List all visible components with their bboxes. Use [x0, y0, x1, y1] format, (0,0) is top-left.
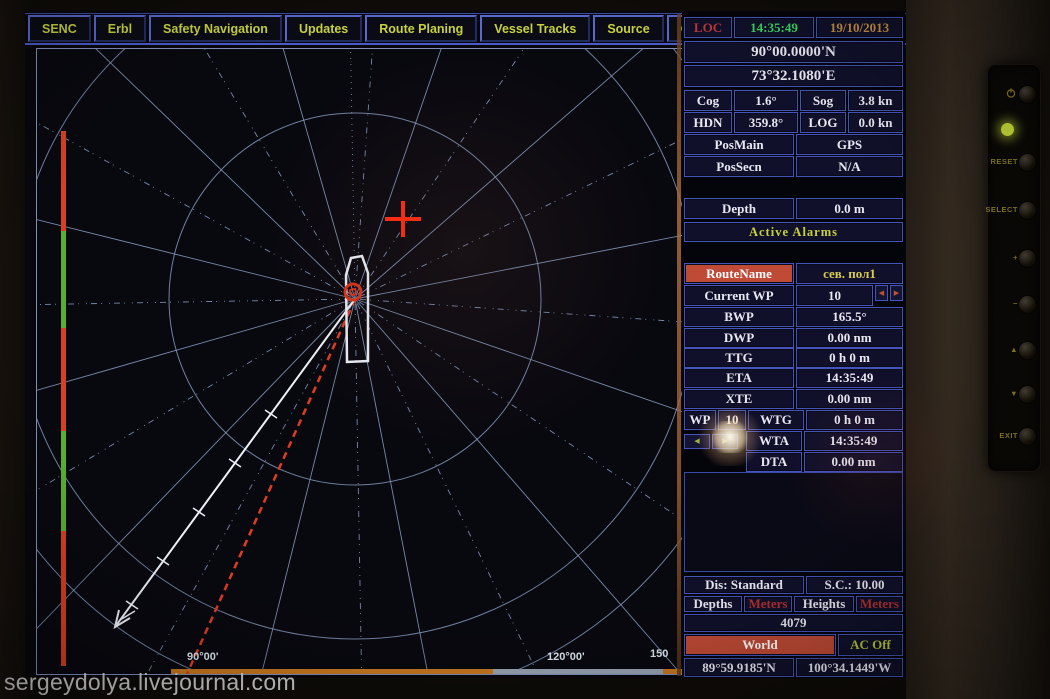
depths-label: Depths — [684, 596, 742, 612]
photo-root: SENC Erbl Safety Navigation Updates Rout… — [0, 0, 1050, 699]
xte-label: XTE — [684, 389, 794, 409]
menu-item-senc[interactable]: SENC — [28, 15, 91, 42]
ac-toggle[interactable]: AC Off — [838, 634, 903, 656]
wp-label: WP — [684, 410, 716, 430]
current-wp-value: 10 — [796, 285, 873, 306]
cursor-longitude: 100°34.1449'W — [796, 658, 903, 677]
power-button[interactable] — [1018, 85, 1037, 104]
display-mode[interactable]: Dis: Standard — [684, 576, 804, 594]
menu-item-route-planing[interactable]: Route Planing — [365, 15, 477, 42]
eta-value: 14:35:49 — [796, 368, 903, 388]
reset-button[interactable] — [1018, 153, 1037, 172]
longitude-labels: 90°00' 120°00' 150 — [187, 648, 668, 663]
label-90deg: 90°00' — [187, 651, 219, 663]
label-150deg: 150 — [650, 648, 668, 660]
posmain-value: GPS — [796, 134, 903, 155]
polar-chart-svg: 90°00' 120°00' 150 — [37, 49, 682, 674]
cog-label: Cog — [684, 90, 732, 111]
clock-time: 14:35:49 — [734, 17, 814, 38]
up-arrow-icon: ▲ — [1010, 345, 1018, 354]
posmain-label: PosMain — [684, 134, 794, 155]
menu-item-source[interactable]: Source — [593, 15, 663, 42]
depths-unit: Meters — [744, 596, 792, 612]
right-data-panel: LOC 14:35:49 19/10/2013 90°00.0000'N 73°… — [682, 12, 905, 678]
chart-cell-number: 4079 — [684, 614, 903, 632]
dwp-value: 0.00 nm — [796, 328, 903, 348]
sog-value: 3.8 kn — [848, 90, 903, 111]
osd-button-panel: RESET SELECT + − ▲ ▼ EXIT — [987, 64, 1041, 472]
label-120deg: 120°00' — [547, 651, 585, 663]
wp-next-button[interactable]: ▶ — [712, 434, 738, 449]
own-longitude: 73°32.1080'E — [684, 65, 903, 87]
left-scale-bar — [61, 131, 66, 666]
dta-value: 0.00 nm — [804, 452, 903, 472]
current-wp-label: Current WP — [684, 285, 794, 306]
cursor-latitude: 89°59.9185'N — [684, 658, 794, 677]
eta-label: ETA — [684, 368, 794, 388]
cog-value: 1.6° — [734, 90, 798, 111]
xte-value: 0.00 nm — [796, 389, 903, 409]
wta-label: WTA — [746, 431, 802, 451]
chart-area[interactable]: 90°00' 120°00' 150 — [36, 48, 683, 675]
bwp-value: 165.5° — [796, 307, 903, 327]
dwp-label: DWP — [684, 328, 794, 348]
routename-value: сев. пол1 — [796, 263, 903, 284]
cursor-cross[interactable] — [385, 201, 421, 237]
log-label: LOG — [800, 112, 846, 133]
wp-number: 10 — [718, 410, 746, 430]
wp-increment-button[interactable]: ▶ — [890, 285, 903, 301]
hdn-value: 359.8° — [734, 112, 798, 133]
bwp-label: BWP — [684, 307, 794, 327]
ttg-value: 0 h 0 m — [796, 348, 903, 368]
panel-divider — [677, 14, 681, 676]
select-label: SELECT — [985, 205, 1018, 214]
wp-spinner-area: ◀ ▶ — [684, 431, 744, 451]
routename-button[interactable]: RouteName — [684, 263, 794, 284]
possecn-value: N/A — [796, 156, 903, 177]
loc-indicator: LOC — [684, 17, 732, 38]
depth-label: Depth — [684, 198, 794, 219]
down-arrow-icon: ▼ — [1010, 389, 1018, 398]
menu-item-updates[interactable]: Updates — [285, 15, 362, 42]
route-leg-line — [187, 299, 355, 674]
own-latitude: 90°00.0000'N — [684, 41, 903, 63]
reset-label: RESET — [990, 157, 1018, 166]
world-button[interactable]: World — [684, 634, 836, 656]
up-button[interactable] — [1018, 341, 1037, 360]
watermark: sergeydolya.livejournal.com — [4, 669, 296, 696]
empty-info-box — [684, 472, 903, 572]
power-icon — [1006, 88, 1016, 98]
dta-label: DTA — [746, 452, 802, 472]
power-led — [1001, 123, 1014, 136]
wta-value: 14:35:49 — [804, 431, 903, 451]
wp-decrement-button[interactable]: ◀ — [875, 285, 888, 301]
menu-item-erbl[interactable]: Erbl — [94, 15, 146, 42]
hdn-label: HDN — [684, 112, 732, 133]
possecn-label: PosSecn — [684, 156, 794, 177]
minus-button[interactable] — [1018, 295, 1037, 314]
wtg-value: 0 h 0 m — [806, 410, 903, 430]
exit-button[interactable] — [1018, 427, 1037, 446]
heights-unit: Meters — [856, 596, 903, 612]
down-button[interactable] — [1018, 385, 1037, 404]
depth-value: 0.0 m — [796, 198, 903, 219]
heights-label: Heights — [794, 596, 854, 612]
ttg-label: TTG — [684, 348, 794, 368]
cog-vector — [115, 299, 355, 627]
clock-date: 19/10/2013 — [816, 17, 903, 38]
wtg-label: WTG — [748, 410, 804, 430]
exit-label: EXIT — [999, 431, 1018, 440]
menu-item-vessel-tracks[interactable]: Vessel Tracks — [480, 15, 590, 42]
wp-prev-button[interactable]: ◀ — [684, 434, 710, 449]
sog-label: Sog — [800, 90, 846, 111]
plus-button[interactable] — [1018, 249, 1037, 268]
scale-value[interactable]: S.C.: 10.00 — [806, 576, 903, 594]
select-button[interactable] — [1018, 201, 1037, 220]
active-alarms-bar[interactable]: Active Alarms — [684, 222, 903, 242]
wp-spacer — [684, 452, 744, 472]
log-value: 0.0 kn — [848, 112, 903, 133]
menu-item-safety-navigation[interactable]: Safety Navigation — [149, 15, 282, 42]
